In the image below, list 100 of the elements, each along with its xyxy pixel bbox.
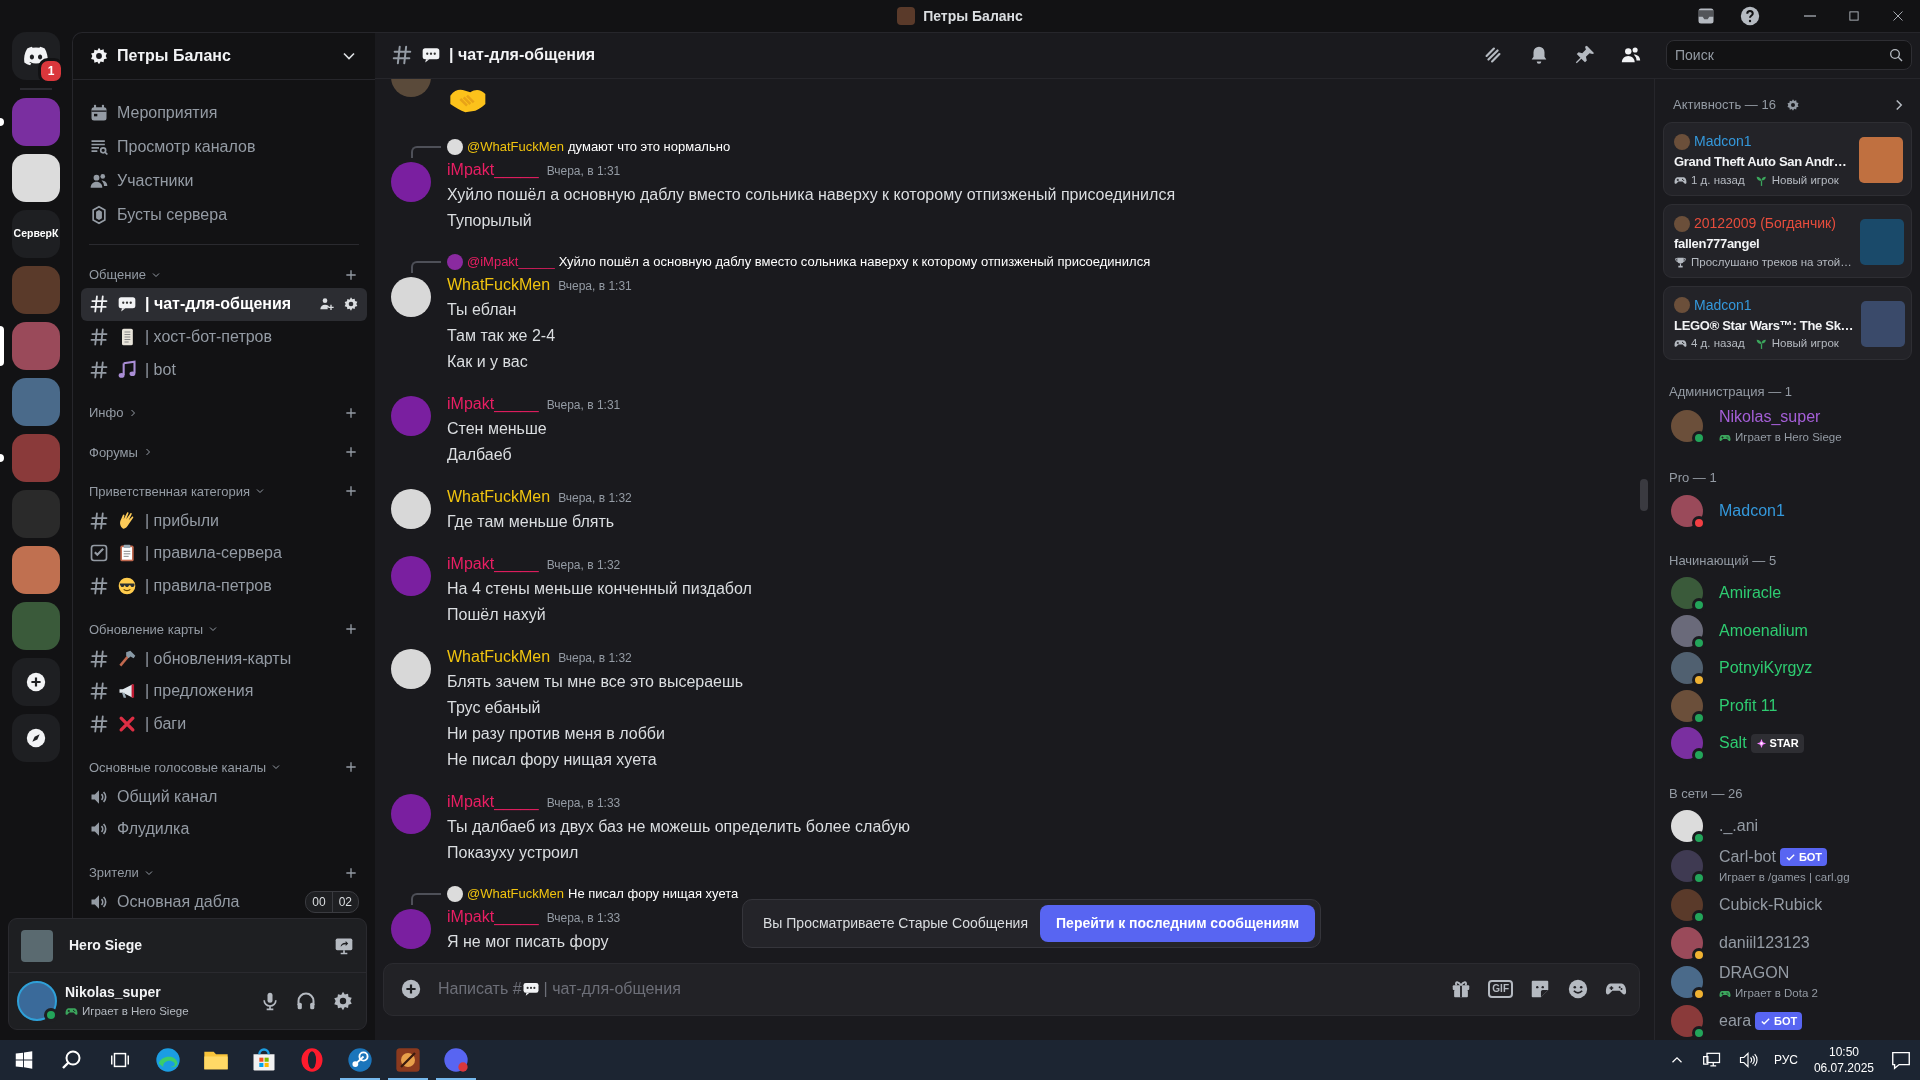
activity-title: fallen777angel [1674,235,1761,254]
member-item[interactable]: ._.ani [1663,807,1912,846]
member-name: ._.ani [1719,816,1759,837]
message-text: Пошёл нахуй [447,605,547,625]
category-header[interactable]: Обновление карты [89,619,343,640]
member-item[interactable]: daniil123123 [1663,923,1912,962]
author-name[interactable]: iMpakt_____ [447,552,539,576]
channel-item[interactable]: | правила-петров [81,569,367,603]
member-item[interactable]: Carl-bot БОТ Играет в /games | carl.gg [1663,845,1912,887]
activity-card[interactable]: 20122009 (Богданчик) fallen777angel Прослушано треков на этой… [1663,204,1912,278]
category-header[interactable]: Форумы [89,442,343,463]
channel-item[interactable]: | предложения [81,675,367,708]
channel-item[interactable]: | баги [81,707,367,741]
bot-tag: БОТ [1779,847,1828,867]
settings-icon[interactable] [1785,97,1800,112]
volume-icon[interactable] [1737,1050,1758,1070]
user-count: 02 [331,891,358,912]
reply-mention[interactable]: @iMpakt_____ [467,252,555,272]
clock-date[interactable]: 06.07.2025 [1813,1060,1874,1076]
server-icon[interactable] [12,154,60,202]
scrollbar-thumb[interactable] [1640,478,1648,511]
member-item[interactable]: DRAGON Играет в Dota 2 [1663,961,1912,1003]
channel-item[interactable]: Общий канал [81,780,367,813]
author-name[interactable]: WhatFuckMen [447,273,551,297]
sidebar-item[interactable]: Мероприятия [81,95,367,130]
member-item[interactable]: Salt STAR [1663,724,1912,763]
username: Madcon1 [1694,295,1752,315]
activity-meta: 1 д. назад [1691,172,1745,188]
user-avatar [391,794,431,834]
member-name: daniil123123 [1719,932,1810,953]
game-icon [394,1046,422,1074]
user-avatar [391,489,431,529]
author-name[interactable]: iMpakt_____ [447,392,539,416]
notification-icon[interactable] [1890,1049,1912,1071]
clock-time[interactable]: 10:50 [1813,1044,1874,1060]
bot-tag: БОТ [1755,1012,1803,1031]
search-field[interactable]: Поиск [1666,40,1912,71]
member-item[interactable]: Profit 11 [1663,687,1912,725]
channel-item[interactable]: | bot [81,353,367,387]
message-text: Хуйло пошёл а основную даблу вместо сольника наверху к которому отпизженый присоединился [447,185,1177,205]
gif-button[interactable]: GIF [1488,980,1513,999]
category-header[interactable]: Приветственная категория [89,481,343,502]
author-name[interactable]: iMpakt_____ [447,905,539,929]
hash-icon [89,681,109,702]
cover-image [1859,137,1903,184]
language-indicator[interactable]: РУС [1773,1052,1798,1068]
reply-connector [411,893,441,905]
chat-app-icon [442,1046,470,1074]
channel-item[interactable]: | хост-бот-петров [81,320,367,354]
reply-text: думают что это нормально [568,138,731,157]
category-header[interactable]: Зрители [89,862,343,883]
jump-button[interactable]: Перейти к последним сообщениям [1040,905,1316,942]
reply-mention[interactable]: @WhatFuckMen [467,884,564,904]
member-item[interactable]: Amoenalium [1663,612,1912,650]
username: 20122009 (Богданчик) [1694,214,1836,234]
channel-item[interactable]: Флудилка [81,813,367,846]
channel-item[interactable]: | чат-для-общения [81,287,367,321]
activity-card[interactable]: Madcon1 Grand Theft Auto San Andr… 1 д. назад Новый игрок [1663,122,1912,197]
activity-meta: Новый игрок [1771,336,1839,352]
category-header[interactable]: Основные голосовые каналы [89,757,343,778]
message-text: Не писал фору нищая хуета [447,750,658,770]
member-item[interactable]: Nikolas_super Играет в Hero Siege [1663,405,1912,447]
channel-item[interactable]: | прибыли [81,504,367,537]
category-header[interactable]: Инфо [89,403,343,423]
message-text: Ты еблан [447,300,518,320]
author-name[interactable]: iMpakt_____ [447,158,539,182]
member-item[interactable]: Cubick-Rubick [1663,886,1912,924]
message-text: Ты далбаеб из двух баз не можешь определить более слабую [447,817,912,837]
member-item[interactable]: Madcon1 [1663,491,1912,530]
sidebar-item[interactable]: Просмотр каналов [81,129,367,164]
emoji-icon[interactable] [1567,978,1589,1001]
reply-mention[interactable]: @WhatFuckMen [467,137,564,157]
discover-button[interactable] [12,714,60,762]
hash-icon [391,44,413,67]
author-name[interactable]: WhatFuckMen [447,485,551,509]
member-item[interactable]: Amiracle [1663,574,1912,613]
username: Madcon1 [1694,132,1752,152]
timestamp: Вчера, в 1:32 [558,650,632,667]
add-server-button[interactable] [12,658,60,706]
reply-avatar [447,886,463,902]
invite-icon[interactable] [319,296,335,313]
author-name[interactable]: WhatFuckMen [447,645,551,669]
windows-icon [13,1049,35,1071]
server-icon[interactable]: СерверК [12,210,60,258]
channel-item[interactable]: | обновления-карты [81,642,367,675]
message-text: Стен меньше [447,419,548,439]
timestamp: Вчера, в 1:33 [546,910,621,927]
sidebar-item[interactable]: Бусты сервера [81,197,367,232]
activity-card[interactable]: Madcon1 LEGO® Star Wars™: The Sk… 4 д. назад Новый игрок [1663,285,1912,360]
settings-icon[interactable] [343,296,359,313]
member-item[interactable]: PotnyiKyrgyz [1663,649,1912,688]
category-header[interactable]: Общение [89,265,343,285]
section-title: Активность — 16 [1672,95,1777,114]
member-name: Madcon1 [1719,500,1785,521]
hash-icon [89,576,109,597]
channel-item[interactable]: | правила-сервера [81,537,367,570]
channel-item[interactable]: Основная дабла 00 02 [81,885,367,918]
author-name[interactable]: iMpakt_____ [447,790,539,814]
sidebar-item[interactable]: Участники [81,163,367,198]
add-attachment-icon[interactable] [400,978,422,1001]
